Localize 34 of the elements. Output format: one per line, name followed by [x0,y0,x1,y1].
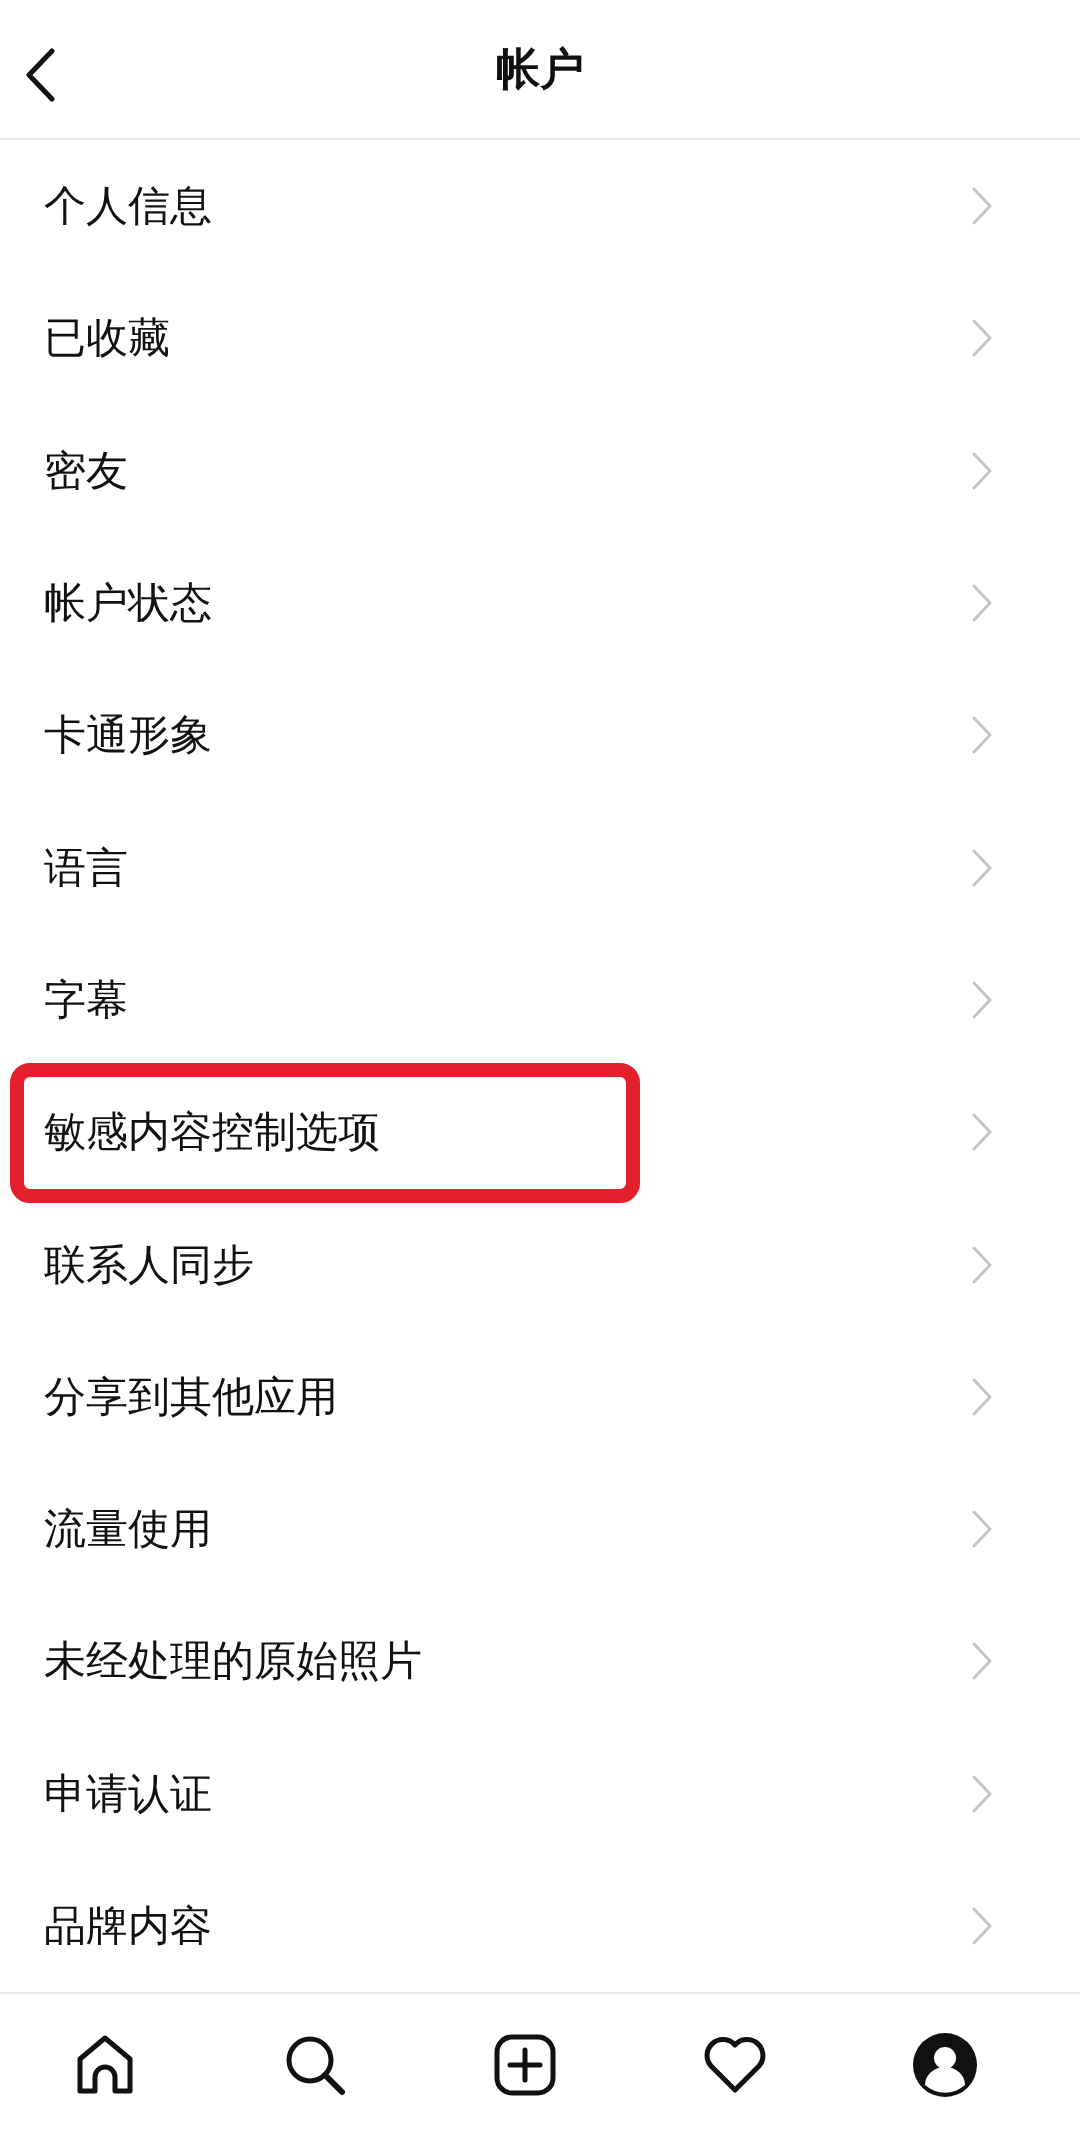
page-title: 帐户 [496,42,584,95]
menu-item[interactable]: 个人信息 [0,140,1080,273]
chevron-right-icon [972,1774,992,1813]
chevron-right-icon [972,1907,992,1945]
menu-item[interactable]: 密友 [0,404,1080,537]
chevron-right-icon [972,187,992,226]
chevron-right-icon [972,848,992,887]
chevron-right-icon [972,319,992,358]
menu-item[interactable]: 敏感内容控制选项 [0,1066,1080,1199]
menu-item[interactable]: 品牌内容 [0,1859,1080,1993]
menu-item[interactable]: 分享到其他应用 [0,1330,1080,1463]
nav-tab[interactable] [493,2033,557,2098]
back-icon [24,48,56,102]
plus-square-icon [493,2033,557,2098]
menu-item[interactable]: 已收藏 [0,272,1080,405]
chevron-right-icon [972,1113,992,1152]
chevron-right-icon [972,1510,992,1549]
nav-tab[interactable] [913,2033,977,2098]
chevron-right-icon [972,980,992,1019]
menu-item[interactable]: 联系人同步 [0,1198,1080,1331]
menu-item[interactable]: 卡通形象 [0,669,1080,802]
chevron-right-icon [972,451,992,490]
chevron-right-icon [972,716,992,755]
chevron-right-icon [972,584,992,623]
menu-item[interactable]: 语言 [0,801,1080,934]
chevron-right-icon [972,1245,992,1284]
avatar-icon [913,2033,977,2098]
menu-item[interactable]: 字幕 [0,933,1080,1067]
chevron-right-icon [972,1642,992,1681]
menu-item[interactable]: 帐户状态 [0,536,1080,670]
chevron-right-icon [972,1377,992,1416]
menu-item[interactable]: 流量使用 [0,1462,1080,1596]
menu-item[interactable]: 申请认证 [0,1727,1080,1860]
menu-item[interactable]: 未经处理的原始照片 [0,1595,1080,1728]
